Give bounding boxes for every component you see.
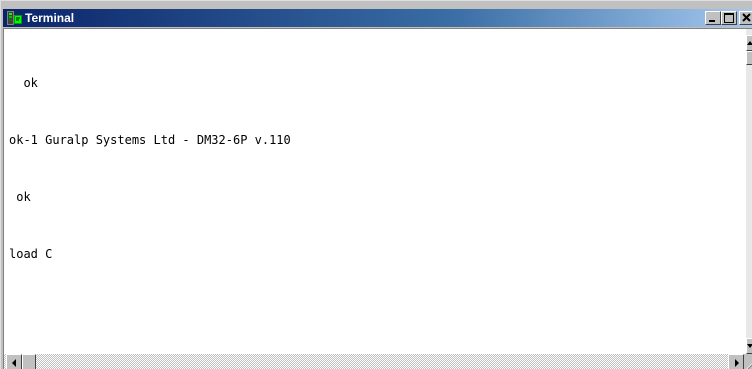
scroll-right-arrow-icon — [735, 359, 739, 367]
scroll-up-arrow-icon — [747, 41, 752, 45]
terminal-line: ok — [9, 76, 38, 90]
scroll-left-arrow-icon — [12, 359, 16, 367]
window-title: Terminal — [25, 11, 75, 25]
terminal-line: ok — [9, 190, 31, 204]
terminal-output[interactable]: ok ok-1 Guralp Systems Ltd - DM32-6P v.1… — [9, 36, 739, 302]
terminal-window: Terminal ok ok-1 Guralp Systems Ltd - DM… — [0, 0, 752, 369]
minimize-icon — [709, 20, 715, 22]
close-icon — [742, 13, 751, 22]
scroll-left-button[interactable] — [6, 354, 22, 369]
minimize-button[interactable] — [705, 11, 721, 25]
terminal-line: load C — [9, 247, 53, 261]
maximize-icon — [724, 13, 734, 23]
terminal-app-icon[interactable] — [7, 10, 23, 26]
close-button[interactable] — [739, 11, 752, 25]
horizontal-scroll-thumb[interactable] — [22, 354, 36, 369]
scroll-down-button[interactable] — [746, 338, 752, 354]
horizontal-scrollbar[interactable] — [4, 354, 752, 369]
size-grip[interactable] — [744, 354, 752, 369]
size-grip-icon — [746, 363, 752, 369]
scroll-right-button[interactable] — [728, 354, 744, 369]
maximize-button[interactable] — [721, 11, 737, 25]
terminal-client-area[interactable]: ok ok-1 Guralp Systems Ltd - DM32-6P v.1… — [3, 28, 752, 369]
scroll-thumb[interactable] — [746, 51, 752, 65]
title-bar[interactable]: Terminal — [3, 9, 752, 27]
terminal-line: ok-1 Guralp Systems Ltd - DM32-6P v.110 — [9, 133, 291, 147]
vertical-scrollbar[interactable] — [746, 29, 752, 369]
scroll-up-button[interactable] — [746, 35, 752, 51]
scroll-down-arrow-icon — [747, 344, 752, 348]
